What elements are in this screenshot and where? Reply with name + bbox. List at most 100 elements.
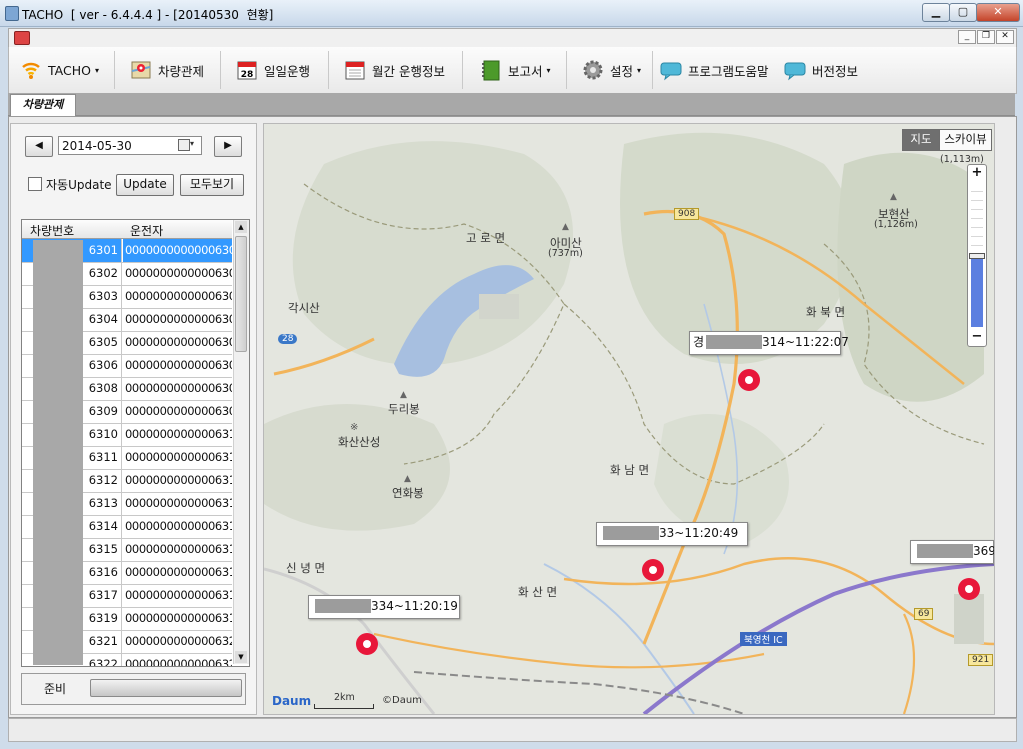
driver-cell: 00000000000006316 — [125, 565, 232, 579]
toolbar-separator — [566, 51, 567, 89]
progress-bar — [90, 679, 242, 697]
toolbar-settings-button[interactable]: 설정 ▾ — [582, 47, 641, 93]
map-type-map-button[interactable]: 지도 — [902, 129, 940, 151]
driver-cell: 00000000000006305 — [125, 335, 232, 349]
mdi-bar — [8, 28, 1017, 48]
status-bar — [8, 718, 1017, 742]
vehicle-pin-2[interactable] — [642, 559, 664, 581]
vehicle-callout-1[interactable]: 경 314~11:22:07 — [689, 331, 849, 355]
driver-cell: 00000000000006302 — [125, 266, 232, 280]
speech-bubble-icon — [660, 59, 682, 81]
vehicle-pin-3[interactable] — [356, 633, 378, 655]
scroll-thumb[interactable] — [235, 236, 247, 352]
scroll-up-icon[interactable]: ▲ — [235, 221, 247, 233]
driver-cell: 00000000000006308 — [125, 381, 232, 395]
grid-header: 차량번호 운전자 — [22, 220, 232, 239]
zoom-slider-handle[interactable] — [969, 253, 985, 259]
driver-cell: 00000000000006313 — [125, 496, 232, 510]
tab-vehicle-control[interactable]: 차량관제 — [10, 94, 76, 116]
mdi-restore-button[interactable]: ❐ — [977, 30, 995, 44]
mdi-minimize-button[interactable]: _ — [958, 30, 976, 44]
driver-cell: 00000000000006314 — [125, 519, 232, 533]
chevron-down-icon: ▾ — [546, 65, 551, 75]
driver-cell: 00000000000006321 — [125, 634, 232, 648]
toolbar-separator — [652, 51, 653, 89]
mdi-close-button[interactable]: ✕ — [996, 30, 1014, 44]
scale-bar — [314, 704, 374, 709]
toolbar-version-button[interactable]: 버전정보 — [784, 47, 858, 93]
driver-cell: 00000000000006309 — [125, 404, 232, 418]
toolbar-daily-run-button[interactable]: 28 일일운행 — [236, 47, 310, 93]
column-header-vehicle[interactable]: 차량번호 — [30, 222, 74, 239]
chevron-down-icon: ▾ — [637, 65, 642, 75]
map-label-hwasan: 화 산 면 — [518, 585, 558, 599]
update-button[interactable]: Update — [116, 174, 174, 196]
prev-date-button[interactable]: ◀ — [25, 136, 53, 157]
next-date-button[interactable]: ▶ — [214, 136, 242, 157]
vehicle-callout-text: 33~11:20:49 — [659, 526, 739, 540]
scroll-down-icon[interactable]: ▼ — [235, 651, 247, 663]
driver-cell: 00000000000006312 — [125, 473, 232, 487]
vehicle-callout-3[interactable]: 334~11:20:19 — [308, 595, 460, 619]
toolbar-separator — [220, 51, 221, 89]
vehicle-callout-4[interactable]: 369 — [910, 540, 994, 564]
maximize-button[interactable]: ▢ — [949, 3, 977, 22]
toolbar-report-button[interactable]: 보고서 ▾ — [480, 47, 551, 93]
route-28-shield: 28 — [278, 334, 298, 344]
peak-icon: ▲ — [890, 192, 897, 202]
grid-scrollbar[interactable]: ▲ ▼ — [233, 220, 249, 664]
vehicle-callout-text: 369 — [973, 544, 995, 558]
zoom-in-button[interactable]: + — [968, 165, 986, 181]
map-label-yeonhwabong: 연화봉 — [392, 486, 424, 500]
calendar-icon[interactable] — [178, 139, 190, 151]
scale-label: 2km — [334, 692, 355, 703]
driver-cell: 00000000000006311 — [125, 450, 232, 464]
vehicle-pin-4[interactable] — [958, 578, 980, 600]
toolbar-separator — [328, 51, 329, 89]
calendar-icon — [344, 59, 366, 81]
toolbar-tacho-label: TACHO — [48, 62, 91, 78]
toolbar-report-label: 보고서 — [508, 63, 543, 79]
mdi-child-icon — [14, 31, 30, 45]
chevron-down-icon[interactable]: ▾ — [190, 139, 194, 148]
minimize-button[interactable]: ▁ — [922, 3, 950, 22]
map-type-skyview-button[interactable]: 스카이뷰 — [939, 129, 992, 151]
driver-cell: 00000000000006315 — [125, 542, 232, 556]
map-view[interactable]: 고 로 면 ▲ 아미산 (737m) ▲ 보현산 (1,126m) (1,113… — [263, 123, 995, 715]
window-title: TACHO [ ver - 6.4.4.4 ] - [20140530 현황] — [22, 8, 274, 22]
show-all-button[interactable]: 모두보기 — [180, 174, 244, 196]
close-button[interactable]: ✕ — [976, 3, 1020, 22]
map-label-durribong: 두리봉 — [388, 402, 420, 416]
toolbar-vehicle-control-button[interactable]: 차량관제 — [130, 47, 204, 93]
vehicle-pin-1[interactable] — [738, 369, 760, 391]
toolbar-tacho-button[interactable]: TACHO ▾ — [20, 47, 99, 93]
chevron-down-icon: ▾ — [94, 65, 99, 75]
zoom-out-button[interactable]: − — [968, 329, 986, 345]
tab-strip — [8, 93, 1015, 116]
toolbar-separator — [462, 51, 463, 89]
notebook-icon — [480, 59, 502, 81]
vehicle-callout-prefix: 경 — [693, 335, 705, 349]
app-icon — [5, 6, 19, 21]
toolbar-version-label: 버전정보 — [812, 63, 859, 79]
redacted-plate — [917, 543, 973, 558]
vehicle-callout-2[interactable]: 33~11:20:49 — [596, 522, 748, 546]
zoom-control: + − — [967, 164, 987, 347]
toolbar-help-button[interactable]: 프로그램도움말 — [660, 47, 769, 93]
map-label-bohyeonsan-height: (1,126m) — [874, 219, 918, 230]
map-label-hwasansanseong: 화산산성 — [338, 435, 381, 449]
map-label-hwabuk: 화 북 면 — [806, 305, 846, 319]
map-label-gaksisan: 각시산 — [288, 301, 320, 315]
auto-update-checkbox[interactable] — [28, 177, 42, 191]
svg-text:28: 28 — [241, 70, 254, 80]
toolbar-monthly-info-button[interactable]: 월간 운행정보 — [344, 47, 445, 93]
peak-icon: ▲ — [400, 390, 407, 400]
route-69-shield: 69 — [914, 608, 934, 620]
toolbar-separator — [114, 51, 115, 89]
panel-status-text: 준비 — [44, 682, 67, 696]
column-header-driver[interactable]: 운전자 — [130, 222, 163, 239]
route-908-shield: 908 — [674, 208, 700, 220]
calendar-28-icon: 28 — [236, 59, 258, 81]
peak-icon: ▲ — [404, 474, 411, 484]
map-label-goro: 고 로 면 — [466, 231, 506, 245]
